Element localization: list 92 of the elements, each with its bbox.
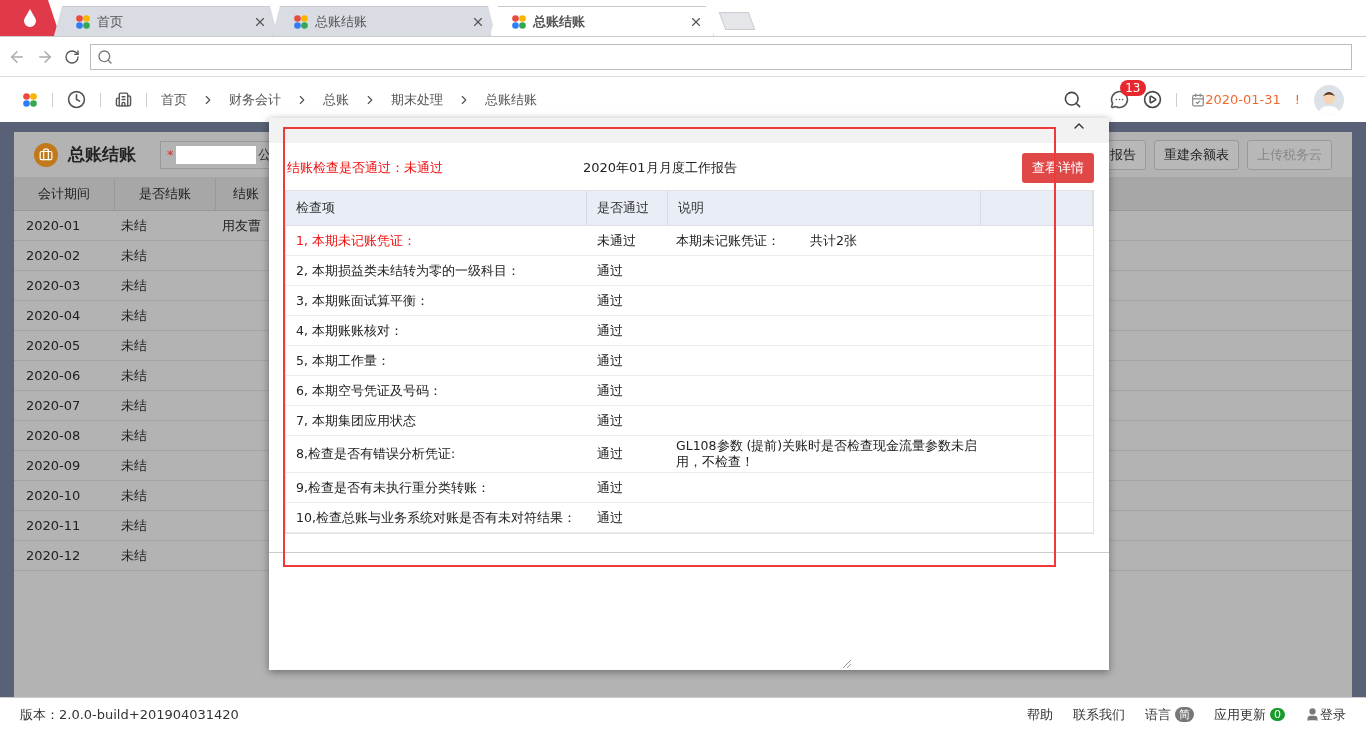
play-icon[interactable] (1143, 90, 1163, 109)
check-item: 2, 本期损益类未结转为零的一级科目： (295, 261, 521, 280)
table-cell-text: 未结 (121, 426, 148, 445)
calendar-icon (1191, 92, 1206, 107)
table-cell-text: 用友曹 (222, 216, 262, 235)
language-link[interactable]: 语言 (1145, 705, 1171, 724)
table-cell-text: 未结 (121, 336, 148, 355)
reload-icon[interactable] (64, 48, 80, 65)
table-cell-text: 未结 (121, 246, 148, 265)
message-count-badge: 13 (1120, 80, 1146, 96)
table-cell-text: 未结 (121, 216, 148, 235)
column-header: 检查项 (286, 191, 587, 225)
check-result: 通过 (596, 508, 624, 527)
check-result: 通过 (596, 291, 624, 310)
table-cell-text: 2020-08 (26, 428, 82, 443)
table-cell-text: 2020-10 (26, 488, 82, 503)
alert-mark: ! (1294, 92, 1300, 107)
user-icon (1305, 707, 1320, 722)
check-item: 1, 本期未记账凭证： (295, 231, 417, 250)
breadcrumb-link[interactable]: 财务会计 (229, 90, 281, 109)
search-icon (97, 48, 113, 65)
table-cell-text: 未结 (121, 276, 148, 295)
table-cell-text: 2020-05 (26, 338, 82, 353)
table-cell-text: 2020-06 (26, 368, 82, 383)
drop-icon (23, 9, 37, 27)
tab-label: 总账结账 (315, 12, 368, 31)
table-cell-text: 2020-09 (26, 458, 82, 473)
check-count: 共计2张 (810, 232, 857, 249)
table-cell-text: 未结 (121, 306, 148, 325)
table-cell-text: 2020-03 (26, 278, 82, 293)
check-note: 本期未记账凭证： (676, 232, 780, 249)
petals-icon (511, 13, 527, 30)
tab-label: 总账结账 (533, 12, 586, 31)
help-link[interactable]: 帮助 (1027, 705, 1053, 724)
tab-label: 首页 (97, 12, 124, 31)
check-result: 通过 (596, 351, 624, 370)
table-cell-text: 2020-12 (26, 548, 82, 563)
user-avatar[interactable] (1314, 84, 1344, 115)
check-result: 未通过 (596, 231, 637, 250)
column-header: 是否通过 (587, 191, 668, 225)
page-title: 总账结账 (68, 143, 136, 166)
petals-icon (75, 13, 91, 30)
clock-icon[interactable] (67, 90, 86, 109)
check-item: 8,检查是否有错误分析凭证: (295, 445, 457, 463)
table-cell-text: 未结 (121, 366, 148, 385)
petals-icon (293, 13, 309, 30)
check-item: 9,检查是否有未执行重分类转账： (295, 478, 491, 497)
check-result: 通过 (596, 261, 624, 280)
table-cell-text: 未结 (121, 456, 148, 475)
briefcase-icon (34, 142, 58, 167)
language-badge: 简 (1175, 707, 1194, 722)
table-cell-text: 未结 (121, 546, 148, 565)
resize-grip-icon[interactable] (841, 658, 851, 668)
breadcrumb-link[interactable]: 首页 (161, 90, 187, 109)
column-header: 是否结账 (115, 178, 216, 210)
check-item: 7, 本期集团应用状态 (295, 411, 417, 430)
table-cell-text: 未结 (121, 486, 148, 505)
table-cell-text: 2020-01 (26, 218, 82, 233)
check-result: 通过 (596, 321, 624, 340)
table-cell-text: 未结 (121, 396, 148, 415)
table-cell-text: 未结 (121, 516, 148, 535)
check-item: 10,检查总账与业务系统对账是否有未对符结果： (295, 508, 577, 527)
table-cell-text: 2020-02 (26, 248, 82, 263)
column-header: 说明 (668, 191, 981, 225)
check-result: 通过 (596, 478, 624, 497)
chat-icon[interactable] (1110, 90, 1130, 109)
updates-link[interactable]: 应用更新 (1214, 705, 1266, 724)
toolbar-button[interactable]: 重建余额表 (1154, 139, 1239, 170)
check-item: 3, 本期账面试算平衡： (295, 291, 430, 310)
search-icon[interactable] (1063, 90, 1083, 109)
check-result: 通过 (596, 411, 624, 430)
check-result: 通过 (596, 445, 624, 463)
login-link[interactable]: 登录 (1320, 705, 1346, 724)
table-cell-text: 2020-07 (26, 398, 82, 413)
breadcrumb-link[interactable]: 总账结账 (485, 90, 537, 109)
browser-tab[interactable]: 总账结账 (490, 6, 714, 36)
petals-icon[interactable] (22, 91, 38, 108)
check-note: GL108参数 (提前)关账时是否检查现金流量参数未启用，不检查！ (676, 438, 979, 470)
contact-link[interactable]: 联系我们 (1073, 705, 1125, 724)
table-cell-text: 2020-04 (26, 308, 82, 323)
version-text: 版本：2.0.0-build+201904031420 (20, 705, 239, 724)
check-result: 通过 (596, 381, 624, 400)
report-title: 2020年01月月度工作报告 (583, 159, 738, 177)
column-header: 会计期间 (14, 178, 115, 210)
table-cell-text: 2020-11 (26, 518, 82, 533)
building-icon[interactable] (115, 91, 132, 108)
breadcrumb-link[interactable]: 总账 (323, 90, 349, 109)
check-item: 4, 本期账账核对： (295, 321, 404, 340)
check-item: 6, 本期空号凭证及号码： (295, 381, 443, 400)
updates-count-badge: 0 (1270, 708, 1285, 721)
breadcrumb-link[interactable]: 期末处理 (391, 90, 443, 109)
check-item: 5, 本期工作量： (295, 351, 391, 370)
